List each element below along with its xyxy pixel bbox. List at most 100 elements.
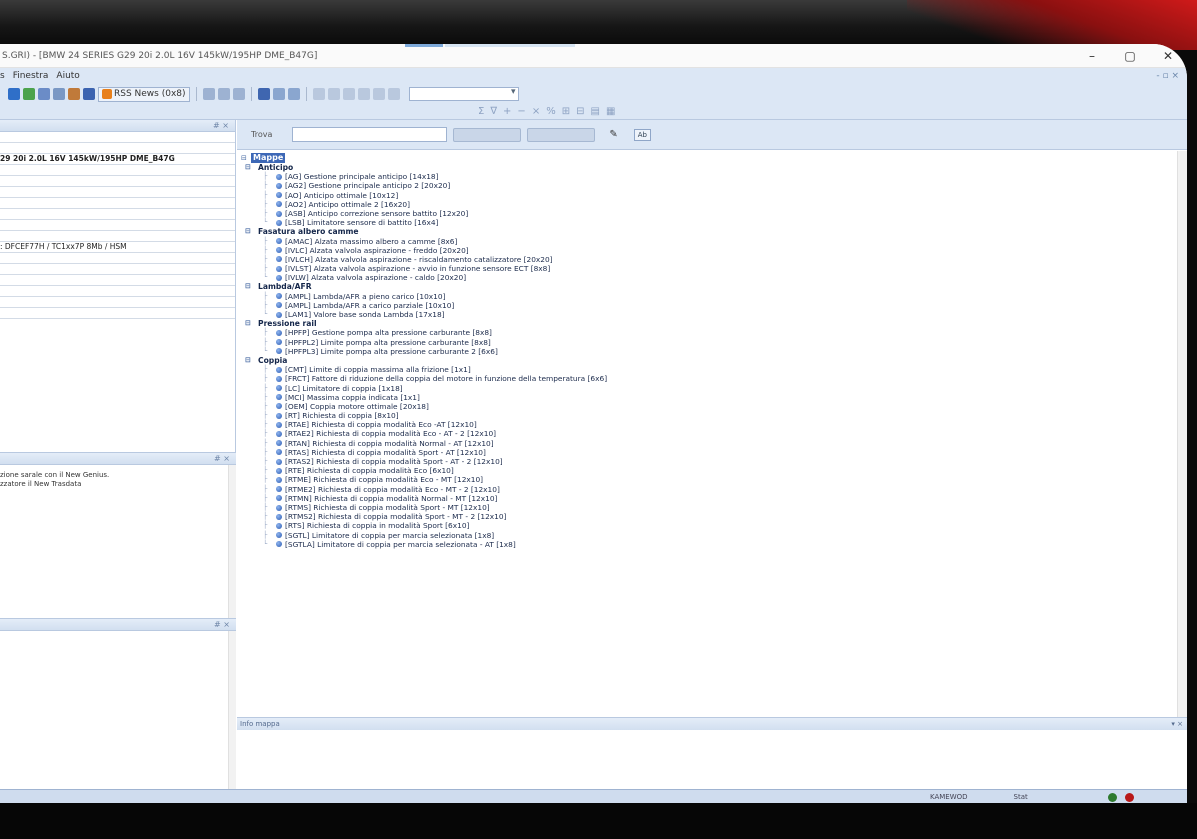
tree-map-item[interactable]: ├ [HPFP] Gestione pompa alta pressione ca… [241, 328, 1177, 337]
save-icon[interactable] [38, 88, 50, 100]
property-row[interactable] [0, 132, 235, 143]
axis-y-icon[interactable] [327, 88, 340, 100]
tree-map-item[interactable]: ├ [SGTL] Limitatore di coppia per marcia … [241, 531, 1177, 540]
undo-icon[interactable] [68, 88, 80, 100]
copy-icon[interactable] [202, 88, 215, 100]
maximize-button[interactable]: ▢ [1111, 44, 1149, 68]
tree-category[interactable]: ⊟ Fasatura albero camme [241, 227, 1177, 236]
collapse-root-icon[interactable]: ⊟ [241, 154, 251, 162]
messages-pin[interactable]: # × [214, 454, 230, 463]
tree-map-item[interactable]: ├ [LC] Limitatore di coppia [1x18] [241, 384, 1177, 393]
sum-icon[interactable]: Σ [478, 106, 484, 117]
duplicate-icon[interactable] [232, 88, 245, 100]
menu-item-finestra[interactable]: Finestra [13, 71, 49, 81]
property-row[interactable] [0, 176, 235, 187]
tree-map-item[interactable]: ├ [HPFPL2] Limite pompa alta pressione ca… [241, 338, 1177, 347]
tree-scrollbar[interactable] [1177, 151, 1187, 717]
tree-map-item[interactable]: ├ [RTAN] Richiesta di coppia modalità Nor… [241, 439, 1177, 448]
paste-icon[interactable] [217, 88, 230, 100]
collapse-icon[interactable]: ⊟ [245, 163, 255, 172]
arrow-left-icon[interactable] [342, 88, 355, 100]
map-info-pin[interactable]: ▾ × [1171, 718, 1183, 730]
tree-map-item[interactable]: ├ [IVLC] Alzata valvola aspirazione - fre… [241, 246, 1177, 255]
property-row[interactable]: 29 20i 2.0L 16V 145kW/195HP DME_B47G [0, 154, 235, 165]
tree-category[interactable]: ⊟ Anticipo [241, 163, 1177, 172]
compare-icon[interactable] [23, 88, 35, 100]
unit-icon[interactable] [387, 88, 400, 100]
collapse-icon[interactable]: ⊟ [245, 356, 255, 365]
tree-map-item[interactable]: ├ [AO] Anticipo ottimale [10x12] [241, 191, 1177, 200]
tree-map-item[interactable]: ├ [RTME] Richiesta di coppia modalità Eco… [241, 475, 1177, 484]
property-row[interactable] [0, 187, 235, 198]
divide-icon[interactable]: % [546, 106, 556, 117]
collapse-icon[interactable]: ⊟ [245, 319, 255, 328]
tree-category[interactable]: ⊟ Lambda/AFR [241, 282, 1177, 291]
tree-map-item[interactable]: ├ [CMT] Limite di coppia massima alla fri… [241, 365, 1177, 374]
tree-map-item[interactable]: ├ [RTS] Richiesta di coppia in modalità S… [241, 521, 1177, 530]
lower-left-scrollbar[interactable] [228, 631, 236, 789]
minus-icon[interactable]: − [517, 106, 525, 117]
property-row[interactable] [0, 143, 235, 154]
tree-map-item[interactable]: ├ [ASB] Anticipo correzione sensore batti… [241, 209, 1177, 218]
pencil-icon[interactable]: ✎ [609, 129, 617, 140]
tree-map-item[interactable]: └ [SGTLA] Limitatore di coppia per marcia… [241, 540, 1177, 549]
close-button[interactable]: ✕ [1149, 44, 1187, 68]
tree-map-item[interactable]: ├ [RT] Richiesta di coppia [8x10] [241, 411, 1177, 420]
property-row[interactable]: : DFCEF77H / TC1xx7P 8Mb / HSM [0, 242, 235, 253]
tree-map-item[interactable]: ├ [FRCT] Fattore di riduzione della coppi… [241, 374, 1177, 383]
tree-map-item[interactable]: └ [LSB] Limitatore sensore di battito [16… [241, 218, 1177, 227]
percent-icon[interactable] [372, 88, 385, 100]
tree-map-item[interactable]: ├ [RTAS] Richiesta di coppia modalità Spo… [241, 448, 1177, 457]
tree-map-item[interactable]: ├ [RTAS2] Richiesta di coppia modalità Sp… [241, 457, 1177, 466]
grid-icon[interactable] [287, 88, 300, 100]
tree-map-item[interactable]: ├ [AG2] Gestione principale anticipo 2 [2… [241, 181, 1177, 190]
arrow-right-icon[interactable] [357, 88, 370, 100]
tree-map-item[interactable]: ├ [AG] Gestione principale anticipo [14x1… [241, 172, 1177, 181]
tree-map-item[interactable]: ├ [RTMS] Richiesta di coppia modalità Spo… [241, 503, 1177, 512]
settings-icon[interactable] [83, 88, 95, 100]
tree-map-item[interactable]: ├ [RTMN] Richiesta di coppia modalità Nor… [241, 494, 1177, 503]
tree-map-item[interactable]: ├ [IVLST] Alzata valvola aspirazione - av… [241, 264, 1177, 273]
tree-category[interactable]: ⊟ Coppia [241, 356, 1177, 365]
table-icon[interactable] [272, 88, 285, 100]
minimize-button[interactable]: – [1073, 44, 1111, 68]
axis-x-icon[interactable] [312, 88, 325, 100]
multiply-icon[interactable]: × [532, 106, 540, 117]
messages-scrollbar[interactable] [228, 465, 236, 622]
save-all-icon[interactable] [53, 88, 65, 100]
tree-map-item[interactable]: ├ [OEM] Coppia motore ottimale [20x18] [241, 402, 1177, 411]
property-row[interactable] [0, 297, 235, 308]
find-prev-button[interactable] [527, 127, 596, 142]
percent-up-icon[interactable]: ⊞ [562, 106, 570, 117]
match-case-button[interactable]: Ab [633, 128, 651, 141]
property-row[interactable] [0, 286, 235, 297]
search-input[interactable] [292, 127, 448, 142]
tree-map-item[interactable]: └ [IVLW] Alzata valvola aspirazione - cal… [241, 273, 1177, 282]
plus-icon[interactable]: + [503, 106, 511, 117]
property-row[interactable] [0, 275, 235, 286]
find-next-button[interactable] [453, 127, 522, 142]
tree-map-item[interactable]: ├ [RTE] Richiesta di coppia modalità Eco … [241, 466, 1177, 475]
property-row[interactable] [0, 264, 235, 275]
tree-map-item[interactable]: ├ [MCI] Massima coppia indicata [1x1] [241, 393, 1177, 402]
properties-pin[interactable]: # × [213, 121, 229, 130]
tree-map-item[interactable]: └ [LAM1] Valore base sonda Lambda [17x18] [241, 310, 1177, 319]
lower-left-pin[interactable]: # × [214, 620, 230, 629]
tree-map-item[interactable]: ├ [AMAC] Alzata massimo albero a camme [8… [241, 237, 1177, 246]
tree-root[interactable]: Mappe [251, 153, 286, 163]
property-row[interactable] [0, 308, 235, 319]
property-row[interactable] [0, 165, 235, 176]
collapse-icon[interactable]: ⊟ [245, 227, 255, 236]
property-row[interactable] [0, 253, 235, 264]
tree-map-item[interactable]: ├ [AMPL] Lambda/AFR a carico parziale [10… [241, 301, 1177, 310]
tree-map-item[interactable]: ├ [RTME2] Richiesta di coppia modalità Ec… [241, 485, 1177, 494]
view-mode-select[interactable] [408, 87, 519, 101]
tree-map-item[interactable]: ├ [RTMS2] Richiesta di coppia modalità Sp… [241, 512, 1177, 521]
menu-item-aiuto[interactable]: Aiuto [56, 71, 79, 81]
grid-view-icon[interactable]: ▦ [606, 106, 615, 117]
tree-map-item[interactable]: ├ [RTAE] Richiesta di coppia modalità Eco… [241, 420, 1177, 429]
map-icon[interactable] [257, 88, 270, 100]
tree-map-item[interactable]: └ [HPFPL3] Limite pompa alta pressione ca… [241, 347, 1177, 356]
tree-map-item[interactable]: ├ [RTAE2] Richiesta di coppia modalità Ec… [241, 429, 1177, 438]
tree-map-item[interactable]: ├ [AO2] Anticipo ottimale 2 [16x20] [241, 200, 1177, 209]
